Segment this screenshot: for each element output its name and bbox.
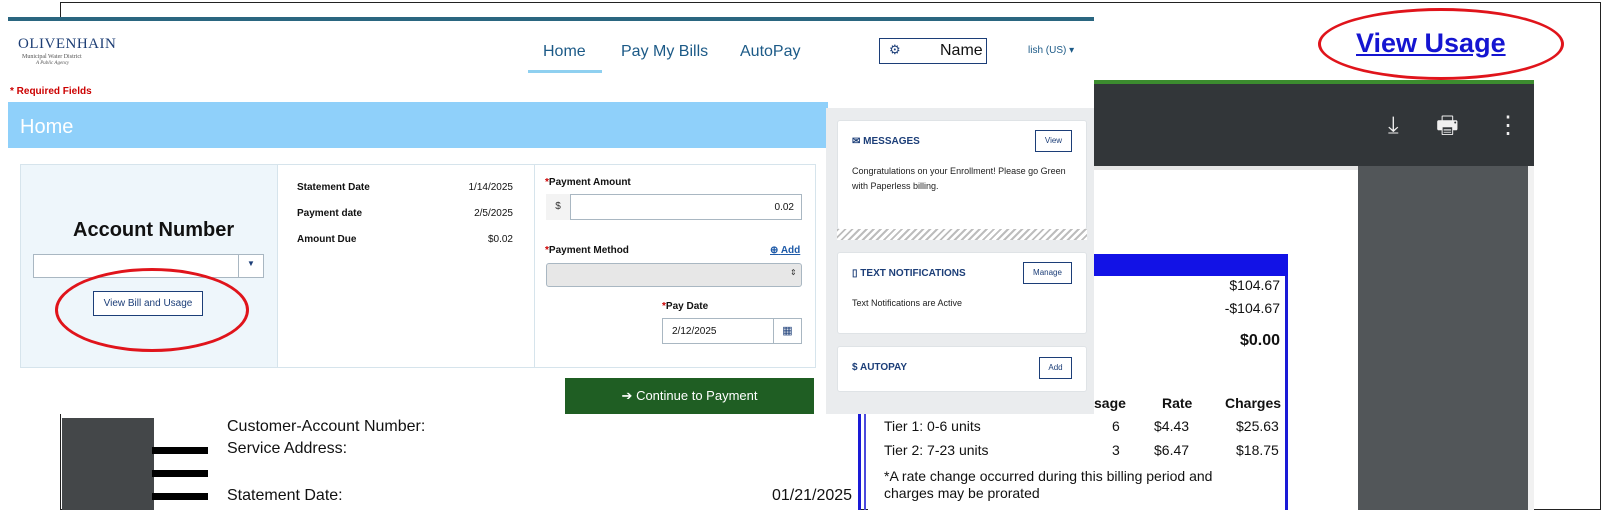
highlight-oval [55, 268, 249, 352]
chevron-down-icon: ▼ [247, 259, 255, 268]
calendar-icon[interactable]: ▦ [774, 318, 802, 344]
payment-method-label-text: Payment Method [548, 245, 629, 256]
amount-value: -$104.67 [1224, 300, 1280, 316]
table-header-rate: Rate [1162, 395, 1193, 411]
table-row-charges: $25.63 [1236, 418, 1279, 434]
manage-button[interactable]: Manage [1023, 262, 1072, 284]
logo-text[interactable]: OLIVENHAIN [18, 36, 116, 53]
page-title-bar [8, 102, 828, 148]
frame-right-line [1600, 2, 1601, 510]
autopay-add-button[interactable]: Add [1039, 357, 1072, 379]
amount-value: $0.00 [1239, 332, 1280, 349]
amount-due-label: Amount Due [297, 234, 357, 245]
payment-method-select[interactable] [546, 263, 802, 287]
continue-to-payment-button[interactable]: ➔ Continue to Payment [565, 378, 814, 414]
printer-icon[interactable]: 🖶 [1436, 114, 1459, 138]
menu-icon-bar [152, 493, 208, 500]
table-row-tier: Tier 2: 7-23 units [884, 442, 989, 458]
language-label: lish (US) [1028, 45, 1067, 56]
pay-date-label: *Pay Date [662, 301, 709, 312]
download-icon[interactable]: ⤓ [1388, 114, 1399, 138]
table-row-charges: $18.75 [1236, 442, 1279, 458]
user-name: Name [940, 42, 983, 59]
pdf-sidebar [62, 418, 154, 510]
statement-date-label: Statement Date: [227, 487, 343, 504]
continue-button-label: Continue to Payment [636, 388, 758, 403]
arrow-right-circle-icon: ➔ [621, 388, 633, 403]
pay-date-value: 2/12/2025 [672, 326, 717, 337]
statement-date-value: 1/14/2025 [468, 182, 514, 193]
table-row-usage: 3 [1112, 442, 1120, 458]
table-row-tier: Tier 1: 0-6 units [884, 418, 981, 434]
customer-account-label: Customer-Account Number: [227, 418, 426, 435]
table-header-usage: sage [1094, 395, 1126, 411]
logo-subtitle: Municipal Water District [22, 54, 82, 60]
table-header-charges: Charges [1225, 395, 1282, 411]
payment-amount-value: 0.02 [774, 202, 794, 213]
header-stripe [8, 17, 1094, 21]
amount-due-value: $0.02 [487, 234, 513, 245]
autopay-title: $ AUTOPAY [852, 362, 907, 373]
currency-prefix: $ [546, 194, 571, 220]
add-payment-method-link[interactable]: ⊕ Add [770, 245, 800, 256]
account-number-title: Account Number [73, 219, 235, 241]
select-arrows-icon: ⇕ [790, 268, 797, 277]
amount-value: $104.67 [1229, 277, 1280, 293]
frame-left-line [60, 2, 61, 18]
rate-change-note: *A rate change occurred during this bill… [884, 468, 1213, 484]
service-address-label: Service Address: [227, 440, 348, 457]
highlight-oval [1318, 8, 1564, 80]
table-row-rate: $4.43 [1154, 418, 1190, 434]
menu-icon-bar [152, 447, 208, 454]
gear-icon: ⚙ [889, 42, 901, 57]
pdf-scrollbar[interactable] [1528, 166, 1534, 510]
table-row-rate: $6.47 [1154, 442, 1190, 458]
page-title: Home [20, 116, 74, 138]
messages-text: Congratulations on your Enrollment! Plea… [852, 166, 1066, 191]
text-notifications-title-text: TEXT NOTIFICATIONS [860, 268, 966, 279]
nav-autopay[interactable]: AutoPay [740, 43, 800, 61]
charges-box-header [1080, 254, 1288, 276]
menu-icon-bar [152, 470, 208, 477]
more-vert-icon[interactable]: ⋮ [1496, 114, 1520, 138]
pdf-toolbar: ⤓ 🖶 ⋮ [1094, 80, 1534, 166]
frame-top-line [60, 2, 1601, 3]
autopay-icon: $ [852, 362, 858, 373]
chevron-down-icon: ▾ [1069, 45, 1075, 56]
statement-date-value: 01/21/2025 [772, 487, 853, 504]
phone-icon: ▯ [852, 268, 858, 279]
pdf-viewer-margin [1358, 166, 1528, 510]
messages-title-text: MESSAGES [863, 136, 920, 147]
text-notifications-title: ▯ TEXT NOTIFICATIONS [852, 268, 966, 279]
frame-left-lower-line [60, 414, 61, 510]
nav-home[interactable]: Home [543, 43, 586, 61]
payment-method-label: *Payment Method [545, 245, 629, 256]
nav-pay-bills[interactable]: Pay My Bills [621, 43, 708, 61]
messages-view-button[interactable]: View [1035, 130, 1072, 152]
language-selector[interactable]: lish (US) ▾ [1028, 45, 1074, 56]
add-link-label: Add [780, 245, 801, 256]
required-fields-note: * Required Fields [10, 86, 92, 97]
logo-tagline: A Public Agency [36, 61, 70, 66]
text-notifications-text: Text Notifications are Active [852, 298, 963, 308]
table-row-usage: 6 [1112, 418, 1120, 434]
statement-panel [278, 164, 534, 368]
payment-date-value: 2/5/2025 [474, 208, 513, 219]
card-divider [837, 229, 1087, 240]
payment-amount-label: *Payment Amount [545, 177, 631, 188]
nav-active-indicator [528, 70, 602, 73]
rate-change-note: charges may be prorated [884, 485, 1040, 501]
envelope-icon: ✉ [852, 136, 861, 147]
payment-amount-label-text: Payment Amount [548, 177, 631, 188]
messages-title: ✉ MESSAGES [852, 136, 920, 147]
autopay-title-text: AUTOPAY [859, 362, 908, 373]
statement-date-label: Statement Date [297, 182, 370, 193]
plus-circle-icon: ⊕ [770, 245, 779, 256]
charges-box-divider [864, 414, 866, 510]
payment-date-label: Payment date [297, 208, 363, 219]
pay-date-label-text: Pay Date [665, 301, 709, 312]
